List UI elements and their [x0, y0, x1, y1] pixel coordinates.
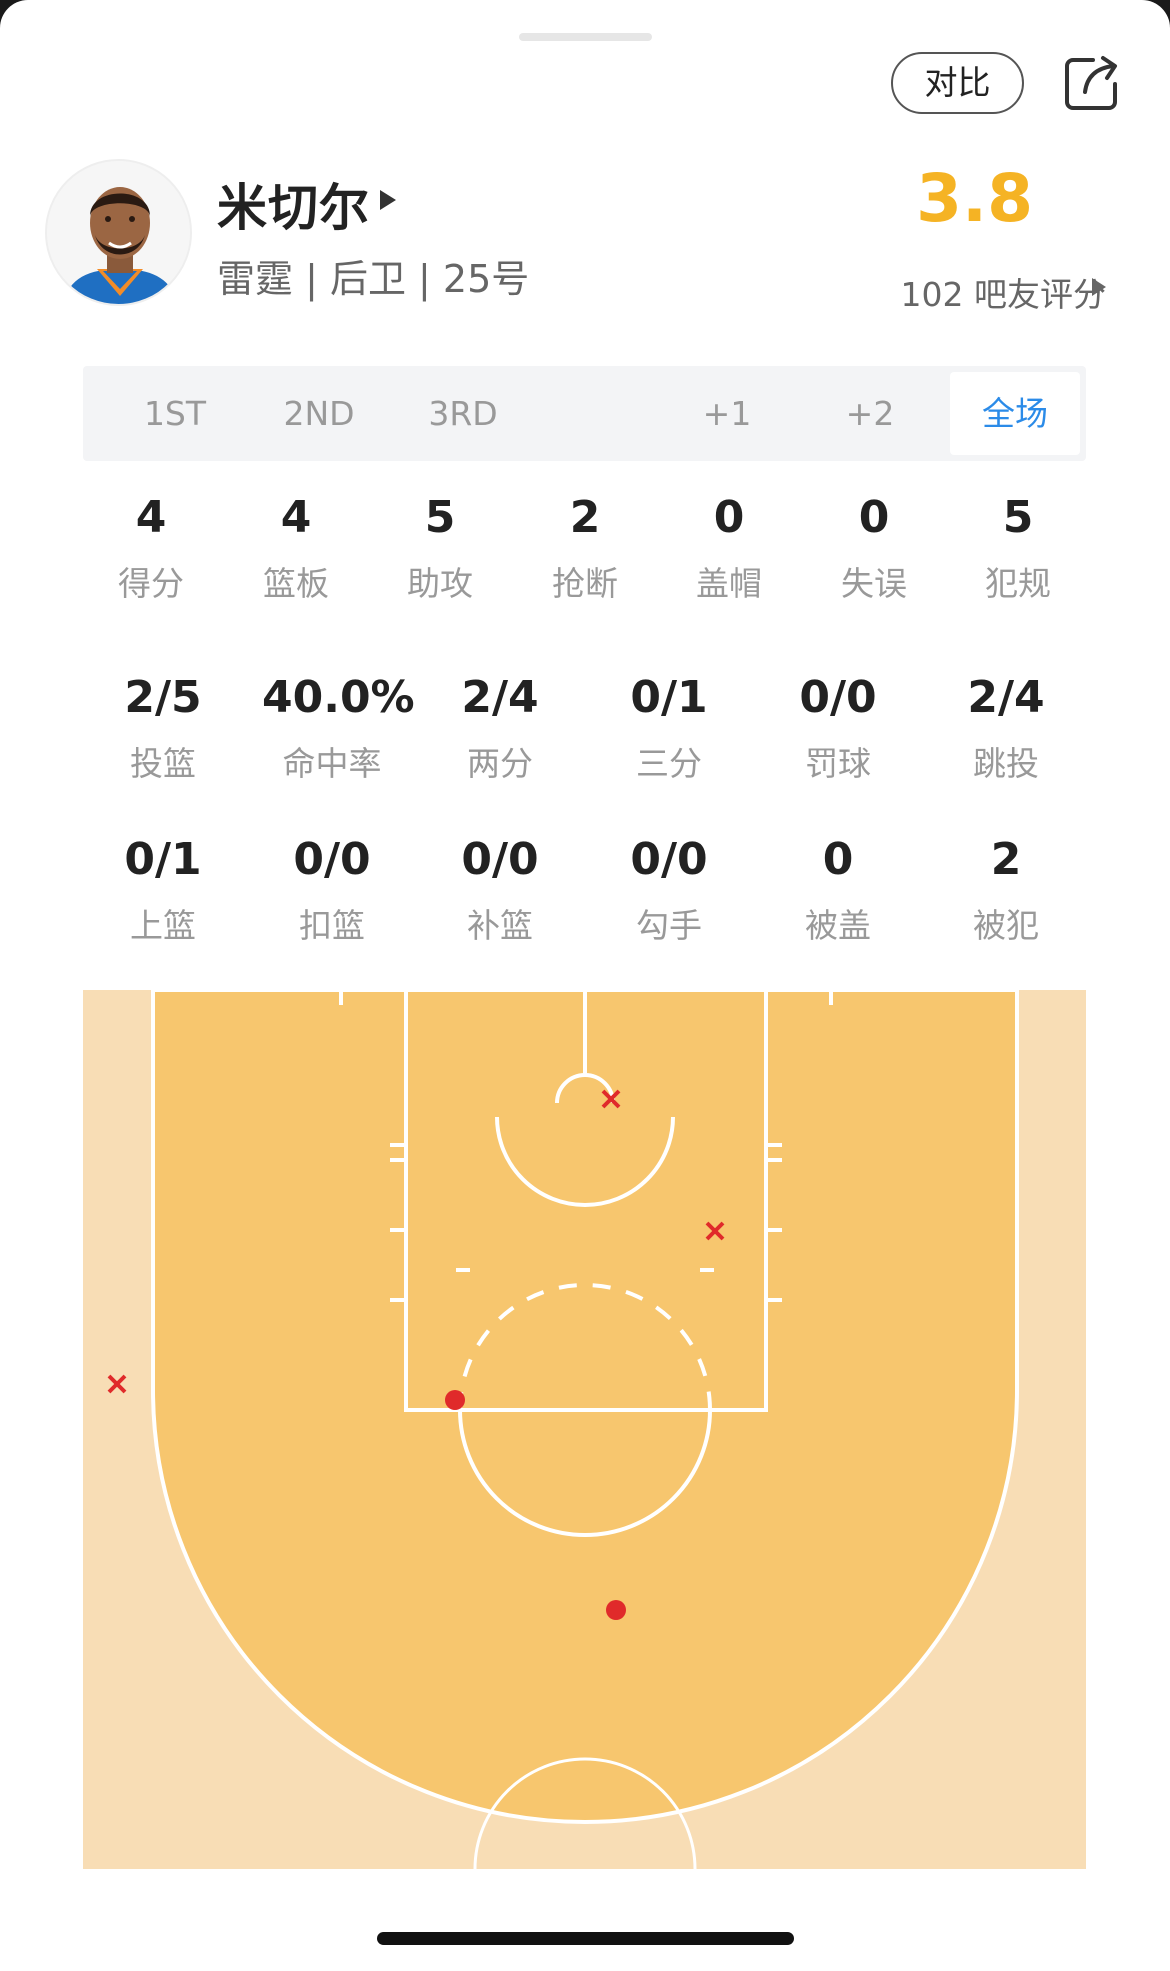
share-icon[interactable]	[1063, 54, 1121, 112]
made-shot-marker[interactable]	[445, 1390, 465, 1410]
stat-value: 0	[858, 492, 890, 543]
stat-value: 40.0%	[262, 672, 415, 723]
stat-label: 三分	[636, 744, 702, 783]
stat-value: 2	[990, 834, 1022, 885]
tab-full-game[interactable]: 全场	[950, 372, 1080, 455]
stat-value: 2/4	[967, 672, 1045, 723]
player-avatar[interactable]	[45, 159, 192, 306]
stat-three-pt: 0/1 三分	[599, 672, 739, 785]
shot-chart	[83, 990, 1086, 1869]
stat-free-throws: 0/0 罚球	[768, 672, 908, 785]
player-meta: 雷霆 | 后卫 | 25号	[217, 257, 530, 301]
stat-points: 4 得分	[81, 492, 221, 605]
stat-blocks: 0 盖帽	[659, 492, 799, 605]
stat-value: 5	[1002, 492, 1034, 543]
stat-label: 被盖	[805, 906, 871, 945]
stat-value: 4	[135, 492, 167, 543]
stat-label: 上篮	[130, 906, 196, 945]
stat-rebounds: 4 篮板	[226, 492, 366, 605]
stat-hooks: 0/0 勾手	[599, 834, 739, 947]
stat-label: 被犯	[973, 906, 1039, 945]
stat-two-pt: 2/4 两分	[430, 672, 570, 785]
stat-label: 助攻	[407, 564, 473, 603]
court-svg	[83, 990, 1086, 1869]
stat-label: 补篮	[467, 906, 533, 945]
stat-label: 失误	[841, 564, 907, 603]
stat-assists: 5 助攻	[370, 492, 510, 605]
tab-ot1[interactable]: +1	[667, 366, 787, 461]
stat-value: 0/0	[461, 834, 539, 885]
stat-tip-ins: 0/0 补篮	[430, 834, 570, 947]
stat-turnovers: 0 失误	[804, 492, 944, 605]
stat-value: 0/0	[799, 672, 877, 723]
stat-fg-pct: 40.0% 命中率	[262, 672, 415, 785]
sheet-grabber[interactable]	[519, 33, 652, 41]
tab-1st[interactable]: 1ST	[115, 366, 235, 461]
stat-value: 0/1	[630, 672, 708, 723]
stat-blocked: 0 被盖	[768, 834, 908, 947]
stat-label: 跳投	[973, 744, 1039, 783]
stat-value: 2	[569, 492, 601, 543]
stat-label: 犯规	[985, 564, 1051, 603]
stat-label: 罚球	[805, 744, 871, 783]
three-point-area	[151, 990, 1019, 1824]
stat-value: 0/0	[293, 834, 371, 885]
stat-steals: 2 抢断	[515, 492, 655, 605]
player-detail-arrow-icon[interactable]	[380, 190, 396, 210]
stat-label: 盖帽	[696, 564, 762, 603]
made-shot-marker[interactable]	[606, 1600, 626, 1620]
stat-label: 勾手	[636, 906, 702, 945]
stat-label: 投篮	[130, 744, 196, 783]
tab-3rd[interactable]: 3RD	[403, 366, 523, 461]
tab-2nd[interactable]: 2ND	[259, 366, 379, 461]
home-indicator[interactable]	[377, 1932, 794, 1945]
stat-value: 2/4	[461, 672, 539, 723]
stat-fouled: 2 被犯	[936, 834, 1076, 947]
rating-arrow-icon[interactable]	[1092, 278, 1106, 296]
stat-dunks: 0/0 扣篮	[262, 834, 402, 947]
stat-label: 命中率	[282, 744, 382, 783]
player-name[interactable]: 米切尔	[217, 168, 370, 240]
stat-value: 0/0	[630, 834, 708, 885]
stat-value: 0	[822, 834, 854, 885]
player-stats-sheet: 对比 米切尔 雷霆 | 后卫 | 25号 3.8 102 吧友评分 1ST 2N	[0, 0, 1170, 1971]
stat-label: 两分	[467, 744, 533, 783]
stat-label: 篮板	[263, 564, 329, 603]
stat-value: 0/1	[124, 834, 202, 885]
player-rating: 3.8	[916, 160, 1033, 237]
stat-layups: 0/1 上篮	[93, 834, 233, 947]
stat-value: 0	[713, 492, 745, 543]
stat-label: 扣篮	[299, 906, 365, 945]
stat-value: 5	[424, 492, 456, 543]
stat-label: 得分	[118, 564, 184, 603]
stat-fg: 2/5 投篮	[93, 672, 233, 785]
compare-button[interactable]: 对比	[891, 52, 1024, 114]
stat-value: 2/5	[124, 672, 202, 723]
stat-label: 抢断	[552, 564, 618, 603]
period-tabs: 1ST 2ND 3RD +1 +2 全场	[83, 366, 1086, 461]
stat-fouls: 5 犯规	[948, 492, 1088, 605]
stat-jumpers: 2/4 跳投	[936, 672, 1076, 785]
stat-value: 4	[280, 492, 312, 543]
tab-ot2[interactable]: +2	[810, 366, 930, 461]
rating-count-link[interactable]: 102 吧友评分	[901, 268, 1106, 316]
